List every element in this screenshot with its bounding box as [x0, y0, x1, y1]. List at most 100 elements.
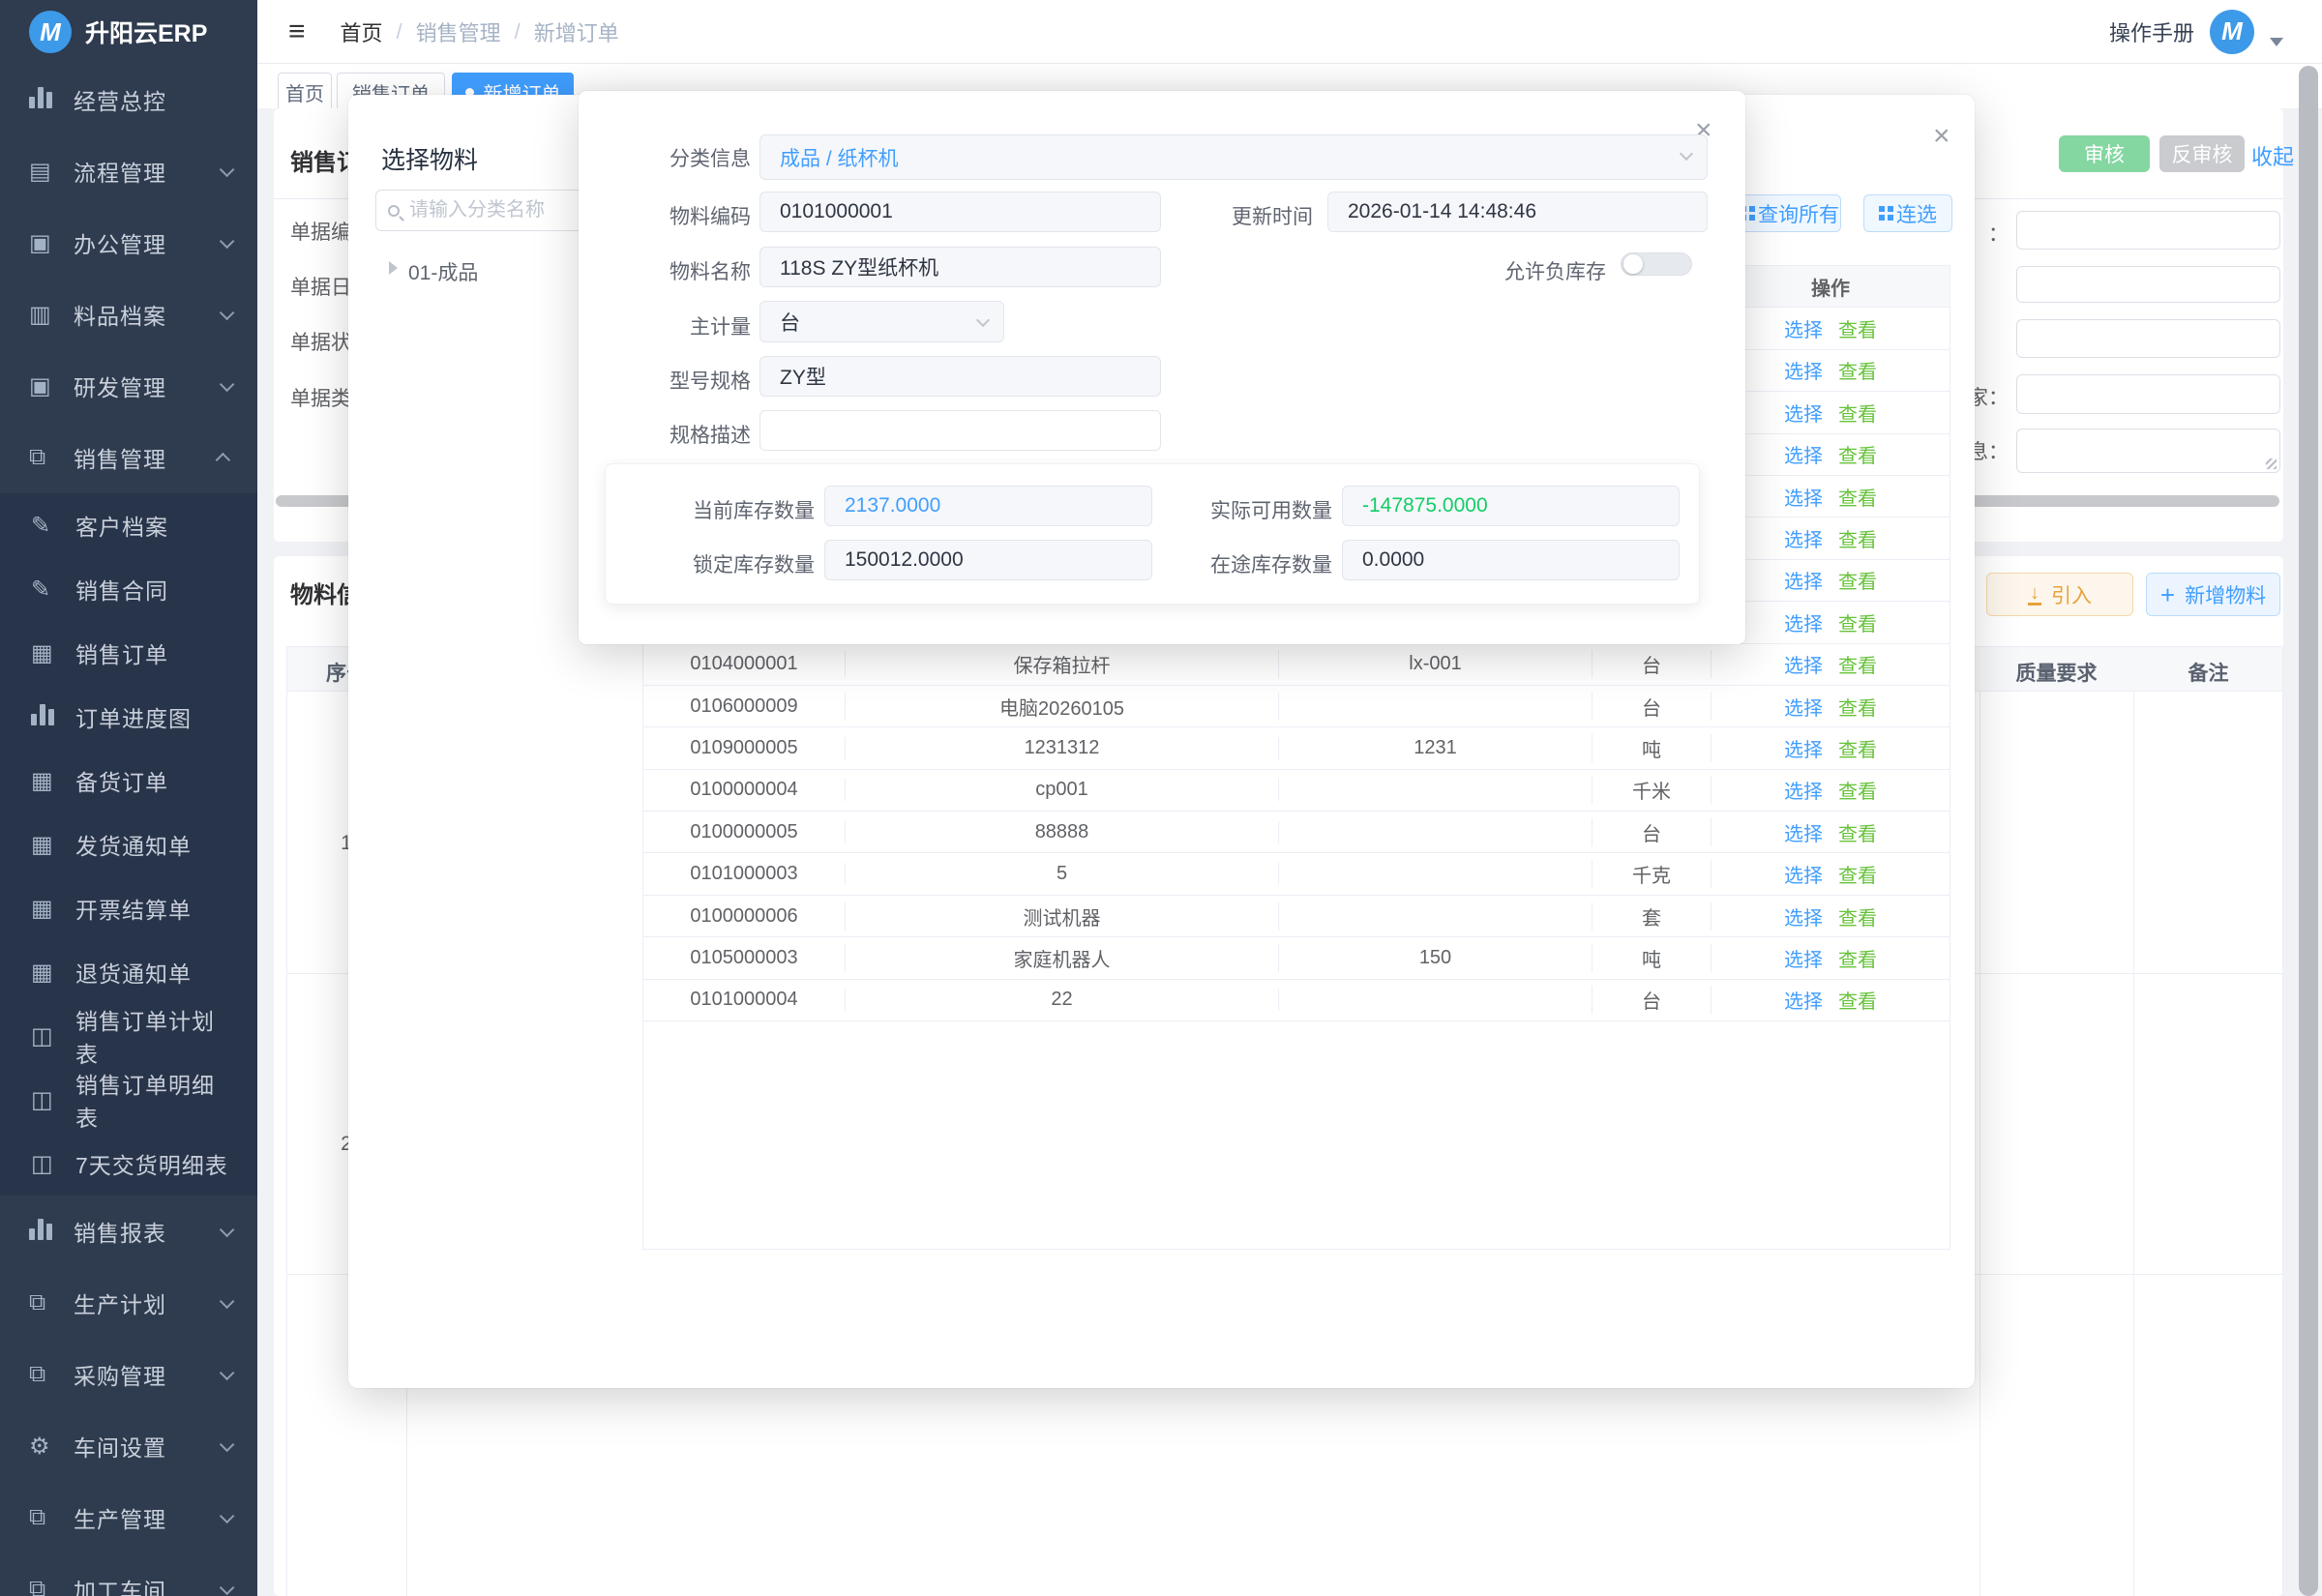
- unapprove-button[interactable]: 反审核: [2159, 135, 2245, 172]
- tab-home[interactable]: 首页: [278, 73, 332, 111]
- order-textarea[interactable]: [2016, 429, 2280, 473]
- manual-link[interactable]: 操作手册: [2109, 16, 2194, 47]
- tree-item-finished-goods[interactable]: 01-成品: [408, 257, 478, 286]
- select-link[interactable]: 选择: [1784, 824, 1823, 845]
- sidebar-item-6[interactable]: ✎客户档案: [0, 493, 257, 557]
- import-button[interactable]: ↓ 引入: [1986, 573, 2133, 616]
- view-link[interactable]: 查看: [1838, 740, 1877, 761]
- order-input-2[interactable]: [2016, 266, 2280, 303]
- sidebar-item-7[interactable]: ✎销售合同: [0, 557, 257, 621]
- user-avatar[interactable]: M: [2210, 10, 2254, 54]
- sidebar-item-19[interactable]: ⧉采购管理: [0, 1339, 257, 1410]
- sidebar-item-14[interactable]: ◫销售订单计划表: [0, 1004, 257, 1068]
- breadcrumb-home[interactable]: 首页: [341, 16, 383, 47]
- approve-button[interactable]: 审核: [2059, 135, 2150, 172]
- sidebar-item-8[interactable]: ▦销售订单: [0, 621, 257, 685]
- sidebar-menu: 经营总控▤流程管理▣办公管理▥料品档案▣研发管理⧉销售管理✎客户档案✎销售合同▦…: [0, 64, 257, 1596]
- sidebar-item-0[interactable]: 经营总控: [0, 64, 257, 135]
- sidebar-item-12[interactable]: ▦开票结算单: [0, 876, 257, 940]
- order-input-4[interactable]: [2016, 374, 2280, 414]
- sidebar-item-21[interactable]: ⧉生产管理: [0, 1482, 257, 1553]
- order-input-3[interactable]: [2016, 319, 2280, 358]
- sidebar-item-label: 流程管理: [74, 155, 220, 188]
- chevron-down-icon: [220, 1293, 235, 1309]
- vertical-scrollbar[interactable]: [2299, 66, 2318, 1596]
- sidebar-item-13[interactable]: ▦退货通知单: [0, 940, 257, 1004]
- select-link[interactable]: 选择: [1784, 530, 1823, 551]
- available-field[interactable]: -147875.0000: [1342, 486, 1680, 526]
- select-link[interactable]: 选择: [1784, 488, 1823, 510]
- breadcrumb-sales[interactable]: 销售管理: [416, 16, 501, 47]
- updated-field[interactable]: 2026-01-14 14:48:46: [1327, 192, 1708, 232]
- view-link[interactable]: 查看: [1838, 950, 1877, 971]
- bar-chart-icon: [29, 85, 74, 115]
- unit-select[interactable]: 台: [759, 301, 1004, 342]
- view-link[interactable]: 查看: [1838, 991, 1877, 1013]
- view-link[interactable]: 查看: [1838, 362, 1877, 383]
- sidebar-item-18[interactable]: ⧉生产计划: [0, 1267, 257, 1339]
- select-link[interactable]: 选择: [1784, 782, 1823, 803]
- sidebar-item-5[interactable]: ⧉销售管理: [0, 422, 257, 493]
- transit-stock-field[interactable]: 0.0000: [1342, 540, 1680, 580]
- sidebar-item-10[interactable]: ▦备货订单: [0, 749, 257, 813]
- close-icon[interactable]: ×: [1933, 122, 1950, 151]
- user-menu-caret-icon[interactable]: [2270, 38, 2283, 46]
- sidebar-item-1[interactable]: ▤流程管理: [0, 135, 257, 207]
- collapse-link[interactable]: 收起: [2251, 140, 2294, 171]
- view-link[interactable]: 查看: [1838, 866, 1877, 887]
- query-all-button[interactable]: 查询所有: [1739, 194, 1841, 232]
- sidebar-item-3[interactable]: ▥料品档案: [0, 279, 257, 350]
- multi-select-button[interactable]: 连选: [1863, 194, 1952, 232]
- select-link[interactable]: 选择: [1784, 572, 1823, 593]
- name-field[interactable]: 118S ZY型纸杯机: [759, 247, 1161, 287]
- view-link[interactable]: 查看: [1838, 572, 1877, 593]
- view-link[interactable]: 查看: [1838, 614, 1877, 635]
- select-link[interactable]: 选择: [1784, 740, 1823, 761]
- material-cell: 0101000003: [643, 863, 845, 885]
- sidebar-item-4[interactable]: ▣研发管理: [0, 350, 257, 422]
- view-link[interactable]: 查看: [1838, 446, 1877, 467]
- select-link[interactable]: 选择: [1784, 991, 1823, 1013]
- sidebar-item-2[interactable]: ▣办公管理: [0, 207, 257, 279]
- neg-stock-toggle[interactable]: [1621, 252, 1692, 276]
- view-link[interactable]: 查看: [1838, 782, 1877, 803]
- select-link[interactable]: 选择: [1784, 950, 1823, 971]
- collapse-menu-icon[interactable]: ≡: [288, 15, 306, 48]
- sidebar-item-22[interactable]: ⧉加工车间: [0, 1553, 257, 1596]
- model-field[interactable]: ZY型: [759, 356, 1161, 397]
- code-field[interactable]: 0101000001: [759, 192, 1161, 232]
- select-link[interactable]: 选择: [1784, 908, 1823, 930]
- select-link[interactable]: 选择: [1784, 866, 1823, 887]
- select-link[interactable]: 选择: [1784, 320, 1823, 341]
- sidebar-item-20[interactable]: ⚙车间设置: [0, 1410, 257, 1482]
- view-link[interactable]: 查看: [1838, 824, 1877, 845]
- select-link[interactable]: 选择: [1784, 614, 1823, 635]
- resize-grip-icon[interactable]: [2266, 458, 2277, 469]
- material-cell: cp001: [845, 779, 1279, 801]
- view-link[interactable]: 查看: [1838, 488, 1877, 510]
- sidebar-item-17[interactable]: 销售报表: [0, 1196, 257, 1267]
- select-link[interactable]: 选择: [1784, 362, 1823, 383]
- select-link[interactable]: 选择: [1784, 404, 1823, 426]
- view-link[interactable]: 查看: [1838, 908, 1877, 930]
- tree-expand-caret-icon[interactable]: [389, 261, 398, 275]
- view-link[interactable]: 查看: [1838, 656, 1877, 677]
- view-link[interactable]: 查看: [1838, 320, 1877, 341]
- material-row-actions: 选择查看: [1712, 608, 1950, 636]
- view-link[interactable]: 查看: [1838, 404, 1877, 426]
- sidebar-item-16[interactable]: ◫7天交货明细表: [0, 1132, 257, 1196]
- select-link[interactable]: 选择: [1784, 698, 1823, 720]
- sidebar-item-11[interactable]: ▦发货通知单: [0, 813, 257, 876]
- locked-stock-field[interactable]: 150012.0000: [824, 540, 1152, 580]
- view-link[interactable]: 查看: [1838, 698, 1877, 720]
- select-link[interactable]: 选择: [1784, 656, 1823, 677]
- category-select[interactable]: 成品 / 纸杯机: [759, 134, 1708, 180]
- sidebar-item-15[interactable]: ◫销售订单明细表: [0, 1068, 257, 1132]
- view-link[interactable]: 查看: [1838, 530, 1877, 551]
- select-link[interactable]: 选择: [1784, 446, 1823, 467]
- add-material-button[interactable]: + 新增物料: [2146, 573, 2280, 616]
- order-input-1[interactable]: [2016, 211, 2280, 250]
- spec-field[interactable]: [759, 410, 1161, 451]
- sidebar-item-9[interactable]: 订单进度图: [0, 685, 257, 749]
- current-stock-field[interactable]: 2137.0000: [824, 486, 1152, 526]
